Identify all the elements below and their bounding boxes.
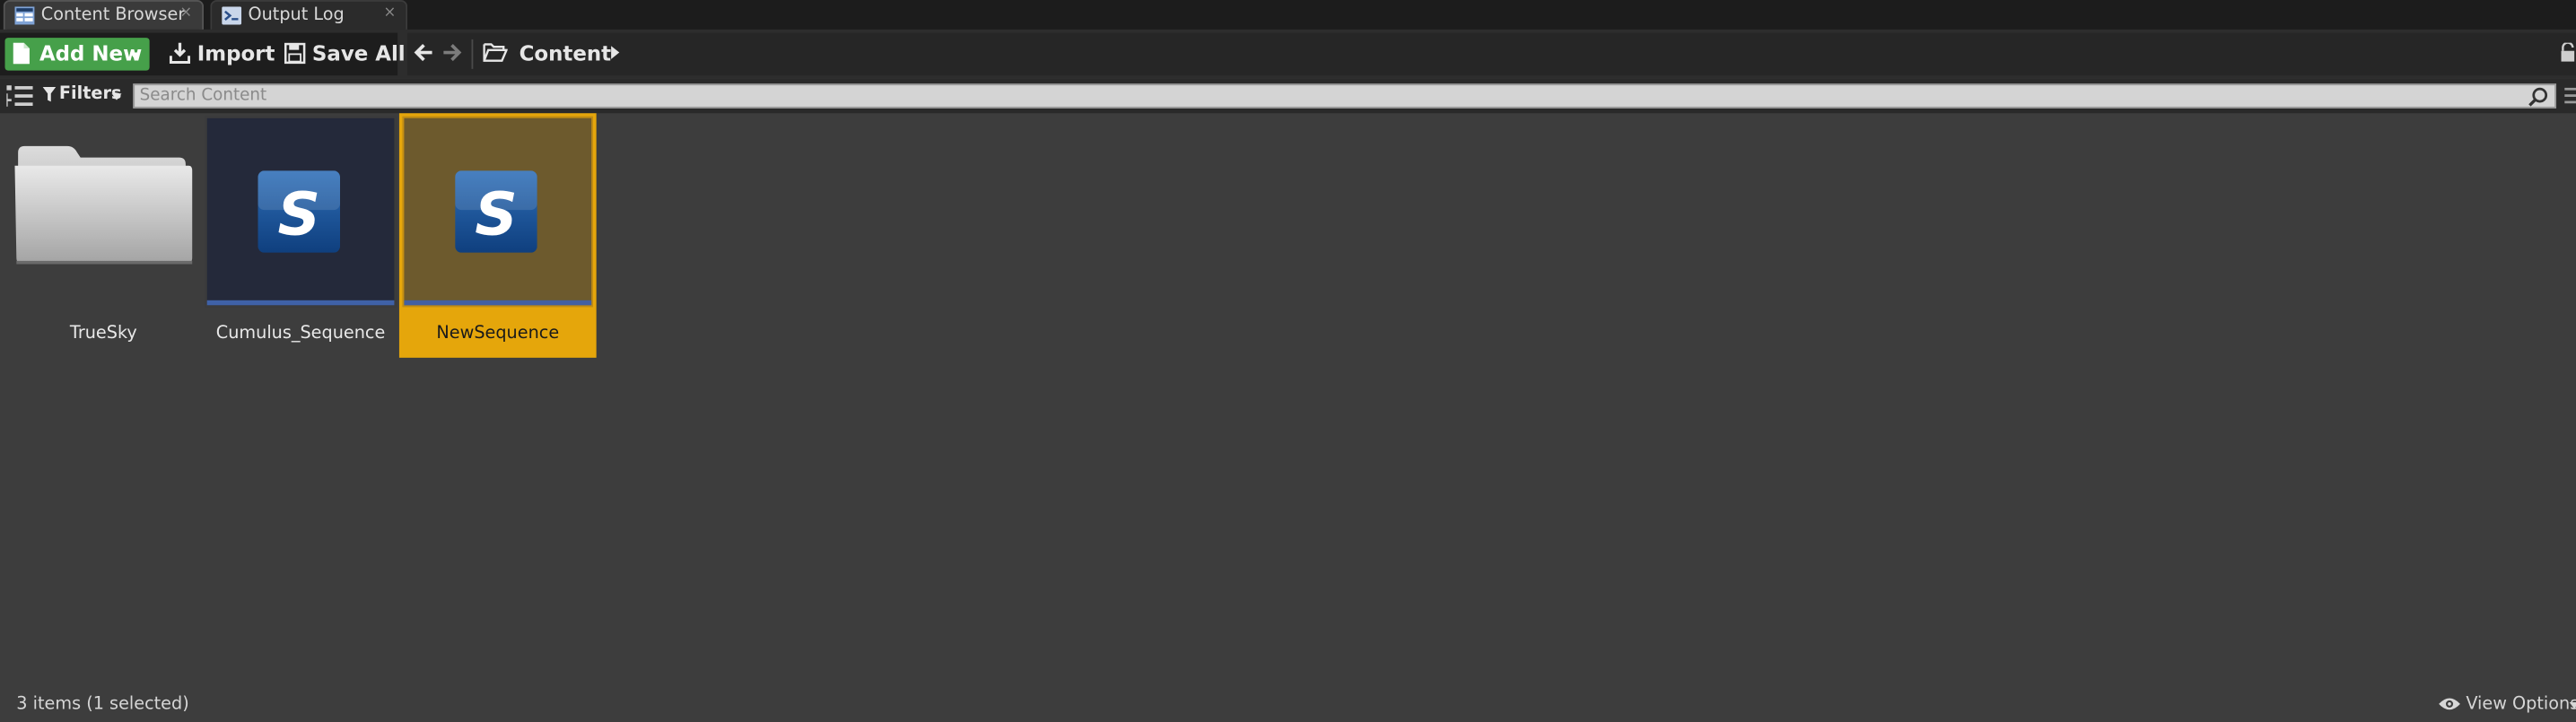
asset-name: NewSequence	[436, 323, 560, 344]
breadcrumb-content[interactable]: Content	[520, 41, 612, 65]
import-icon	[169, 42, 191, 64]
lock-icon[interactable]	[2560, 42, 2576, 63]
add-new-label: Add New	[39, 40, 143, 66]
toolbar: Add New Import Save All Content	[0, 29, 2576, 79]
save-all-label: Save All	[311, 40, 406, 66]
toolbar-divider	[471, 39, 474, 69]
asset-type-bar	[206, 300, 395, 306]
forward-arrow-icon[interactable]	[442, 41, 462, 65]
asset-type-bar	[404, 300, 592, 306]
search-input[interactable]	[135, 85, 2522, 107]
filter-icon	[42, 86, 57, 102]
search-box[interactable]	[133, 83, 2557, 109]
view-options-label: View Options	[2466, 693, 2576, 714]
asset-thumbnail: S	[205, 116, 397, 308]
content-browser-icon	[14, 6, 35, 25]
new-file-icon	[13, 42, 30, 65]
save-icon	[284, 42, 306, 65]
save-all-button[interactable]: Save All	[284, 38, 406, 71]
add-new-button[interactable]: Add New	[4, 38, 150, 71]
close-icon[interactable]: ×	[179, 4, 192, 21]
asset-name: Cumulus_Sequence	[215, 323, 386, 344]
sources-panel-icon[interactable]	[6, 85, 33, 107]
chevron-down-icon	[129, 52, 140, 59]
content-browser-window: Content Browser × Output Log × Add New I…	[0, 0, 2576, 722]
output-log-icon	[222, 6, 242, 25]
asset-tile-truesky[interactable]: TrueSky	[4, 113, 202, 358]
import-label: Import	[196, 40, 275, 66]
asset-name: TrueSky	[69, 323, 137, 344]
tab-label: Output Log	[248, 4, 345, 25]
folder-icon	[14, 145, 193, 265]
item-count-text: 3 items (1 selected)	[16, 693, 189, 714]
level-sequence-icon: S	[258, 170, 341, 253]
level-sequence-icon: S	[455, 170, 537, 253]
asset-tile-newsequence[interactable]: S NewSequence	[398, 113, 597, 358]
asset-thumbnail: S	[402, 116, 593, 308]
search-icon[interactable]	[2528, 87, 2548, 107]
eye-icon	[2439, 698, 2460, 710]
svg-text:S: S	[278, 180, 320, 249]
tab-content-browser[interactable]: Content Browser ×	[3, 0, 205, 30]
search-row: Filters	[0, 78, 2576, 114]
back-arrow-icon[interactable]	[414, 41, 433, 65]
toolbar-path-group	[407, 32, 2576, 76]
asset-grid: TrueSky S Cumulus_Sequence S NewSequence	[0, 113, 2576, 687]
view-list-icon[interactable]	[2564, 87, 2576, 105]
svg-text:S: S	[475, 180, 517, 249]
folder-open-icon	[483, 43, 508, 62]
close-icon[interactable]: ×	[383, 4, 396, 21]
chevron-down-icon	[2569, 702, 2576, 709]
tab-output-log[interactable]: Output Log ×	[210, 0, 408, 30]
tab-label: Content Browser	[40, 4, 186, 25]
status-bar: 3 items (1 selected) View Options	[0, 687, 2576, 722]
chevron-down-icon	[111, 93, 122, 100]
folder-thumbnail	[8, 117, 198, 307]
asset-tile-cumulus-sequence[interactable]: S Cumulus_Sequence	[202, 113, 399, 358]
import-button[interactable]: Import	[169, 38, 275, 71]
breadcrumb-arrow-icon[interactable]	[611, 46, 620, 59]
tab-strip: Content Browser × Output Log ×	[0, 0, 2576, 30]
